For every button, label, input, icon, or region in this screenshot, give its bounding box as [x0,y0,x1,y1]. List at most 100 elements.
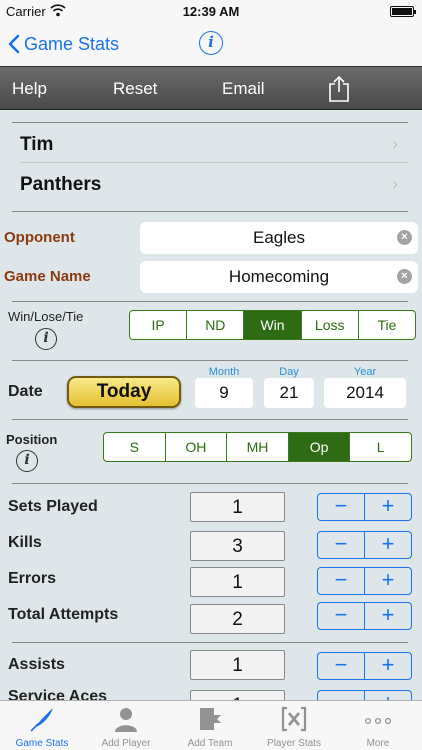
chevron-right-icon: › [392,174,398,194]
tab-more[interactable]: More [336,701,420,750]
status-bar: Carrier 12:39 AM [0,0,422,22]
status-time: 12:39 AM [182,4,240,19]
date-label: Date [8,383,43,400]
tab-label: Add Player [101,738,151,749]
stat-label-sets-played: Sets Played [8,498,98,515]
reset-button[interactable]: Reset [113,79,157,99]
day-field[interactable]: 21 [264,378,314,408]
increment-button[interactable]: + [364,494,411,520]
divider [12,211,408,212]
result-segmented-control: IP ND Win Loss Tie [129,310,416,340]
result-option-nd[interactable]: ND [187,311,245,339]
info-icon[interactable]: i [199,31,223,55]
info-icon[interactable]: i [35,328,57,350]
decrement-button[interactable]: − [318,568,364,594]
stat-label-kills: Kills [8,534,42,551]
increment-button[interactable]: + [364,653,411,679]
decrement-button[interactable]: − [318,691,364,701]
tab-label: Player Stats [267,738,321,749]
tab-bar: Game Stats Add Player Add Team Player St… [0,700,422,750]
decrement-button[interactable]: − [318,494,364,520]
stepper-total-attempts: − + [317,602,412,630]
info-icon[interactable]: i [16,450,38,472]
divider [12,301,408,302]
opponent-field[interactable]: Eagles × [140,222,418,254]
more-dots-icon [364,717,392,725]
nav-bar: Game Stats i [0,22,422,66]
result-option-win[interactable]: Win [244,311,302,339]
position-option-oh[interactable]: OH [166,433,228,461]
stat-value-assists[interactable]: 1 [190,650,285,680]
stat-value-service-aces[interactable]: 1 [190,690,285,700]
month-caption: Month [208,366,240,378]
tab-label: More [366,738,390,749]
stat-value-kills[interactable]: 3 [190,531,285,561]
stat-value-sets-played[interactable]: 1 [190,492,285,522]
tab-add-player[interactable]: Add Player [84,701,168,750]
position-option-op[interactable]: Op [288,433,351,461]
stepper-kills: − + [317,531,412,559]
stepper-service-aces: − + [317,690,412,700]
decrement-button[interactable]: − [318,653,364,679]
divider [12,642,408,643]
back-button-label: Game Stats [24,33,120,54]
clear-icon[interactable]: × [397,269,412,284]
help-button[interactable]: Help [12,79,47,99]
today-button[interactable]: Today [67,376,181,408]
stat-label-service-aces: Service Aces [8,688,108,700]
day-caption: Day [279,366,299,378]
share-icon[interactable] [328,76,350,103]
result-option-loss[interactable]: Loss [302,311,359,339]
position-label: Position [6,432,58,447]
back-button[interactable]: Game Stats [8,30,119,58]
tab-add-team[interactable]: Add Team [168,701,252,750]
win-lose-tie-label: Win/Lose/Tie [8,309,84,324]
team-name-row[interactable]: Panthers [20,174,101,196]
divider [12,360,408,361]
game-name-value: Homecoming [228,267,330,286]
stat-value-total-attempts[interactable]: 2 [190,604,285,634]
opponent-label: Opponent [4,229,75,246]
position-option-s[interactable]: S [104,433,166,461]
tab-player-stats[interactable]: Player Stats [252,701,336,750]
stat-label-assists: Assists [8,656,65,673]
team-door-icon [200,708,221,730]
tab-label: Game Stats [15,738,69,749]
increment-button[interactable]: + [364,691,411,700]
tab-label: Add Team [187,738,233,749]
tab-game-stats[interactable]: Game Stats [0,701,84,750]
clear-icon[interactable]: × [397,230,412,245]
chevron-right-icon: › [392,134,398,154]
position-segmented-control: S OH MH Op L [103,432,412,462]
result-option-tie[interactable]: Tie [359,311,415,339]
increment-button[interactable]: + [364,568,411,594]
increment-button[interactable]: + [364,532,411,558]
position-option-l[interactable]: L [350,433,411,461]
game-name-field[interactable]: Homecoming × [140,261,418,293]
result-option-ip[interactable]: IP [130,311,188,339]
stat-label-total-attempts: Total Attempts [8,606,119,623]
stat-value-errors[interactable]: 1 [190,567,285,597]
month-field[interactable]: 9 [195,378,253,408]
quill-pen-icon [30,708,53,732]
increment-button[interactable]: + [364,603,411,629]
stats-x-icon [281,706,307,732]
year-caption: Year [353,366,377,378]
decrement-button[interactable]: − [318,603,364,629]
player-name-row[interactable]: Tim [20,134,53,156]
stat-label-errors: Errors [8,570,57,587]
decrement-button[interactable]: − [318,532,364,558]
email-button[interactable]: Email [222,79,265,99]
opponent-value: Eagles [253,228,305,247]
position-option-mh[interactable]: MH [227,433,289,461]
battery-icon [390,6,416,17]
stepper-errors: − + [317,567,412,595]
toolbar: Help Reset Email [0,66,422,110]
game-name-label: Game Name [4,268,91,285]
chevron-left-icon [8,34,20,54]
stepper-sets-played: − + [317,493,412,521]
divider [12,122,408,123]
year-field[interactable]: 2014 [324,378,406,408]
game-stats-form: Tim › Panthers › Opponent Eagles × Game … [0,110,422,700]
stepper-assists: − + [317,652,412,680]
